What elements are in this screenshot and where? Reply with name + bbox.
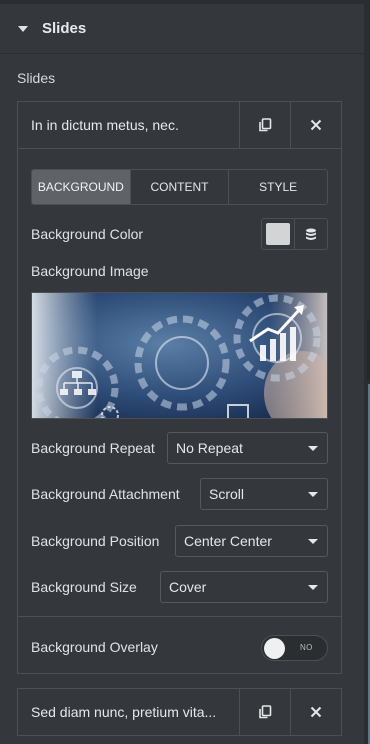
- repeater-item-title[interactable]: Sed diam nunc, pretium vita...: [18, 689, 239, 735]
- toggle-knob: [264, 638, 285, 659]
- chevron-down-icon: [308, 585, 318, 590]
- bg-image-preview[interactable]: [31, 292, 328, 419]
- global-colors-button[interactable]: [295, 219, 327, 249]
- repeater-label: Slides: [17, 70, 56, 86]
- repeater-item[interactable]: In in dictum metus, nec.: [17, 101, 342, 149]
- chevron-down-icon: [308, 492, 318, 497]
- toggle-state: NO: [300, 643, 313, 652]
- tab-background[interactable]: BACKGROUND: [32, 170, 130, 204]
- repeater-item-panel: BACKGROUND CONTENT STYLE Background Colo…: [17, 149, 342, 674]
- section-title: Slides: [42, 20, 87, 37]
- chevron-down-icon: [308, 539, 318, 544]
- bg-position-select[interactable]: Center Center: [175, 525, 328, 557]
- bg-color-label: Background Color: [31, 226, 144, 242]
- bg-size-select[interactable]: Cover: [160, 571, 328, 603]
- bg-position-label: Background Position: [31, 533, 160, 549]
- chevron-down-icon: [308, 446, 318, 451]
- bg-position-value: Center Center: [184, 533, 272, 549]
- tabs: BACKGROUND CONTENT STYLE: [31, 169, 328, 205]
- tab-content[interactable]: CONTENT: [129, 170, 229, 204]
- color-swatch: [266, 223, 290, 245]
- remove-button[interactable]: [290, 689, 341, 735]
- close-icon: [310, 706, 322, 718]
- color-picker-button[interactable]: [262, 219, 295, 249]
- caret-down-icon: [18, 25, 28, 32]
- divider: [18, 616, 341, 617]
- copy-icon: [259, 118, 272, 132]
- bg-repeat-select[interactable]: No Repeat: [167, 432, 328, 464]
- repeater-item-title[interactable]: In in dictum metus, nec.: [18, 102, 239, 148]
- bg-color-control: [261, 218, 328, 250]
- close-icon: [310, 119, 322, 131]
- bg-repeat-label: Background Repeat: [31, 440, 155, 456]
- bg-size-value: Cover: [169, 579, 207, 595]
- bg-overlay-label: Background Overlay: [31, 639, 158, 655]
- bg-attachment-value: Scroll: [209, 486, 245, 502]
- tab-style[interactable]: STYLE: [228, 170, 327, 204]
- duplicate-button[interactable]: [239, 689, 290, 735]
- remove-button[interactable]: [290, 102, 341, 148]
- section-header-slides[interactable]: Slides: [0, 4, 364, 54]
- bg-image-label: Background Image: [31, 263, 149, 279]
- bg-repeat-value: No Repeat: [176, 440, 243, 456]
- bg-overlay-toggle[interactable]: NO: [261, 635, 328, 661]
- copy-icon: [259, 705, 272, 719]
- repeater-item[interactable]: Sed diam nunc, pretium vita...: [17, 688, 342, 736]
- duplicate-button[interactable]: [239, 102, 290, 148]
- bg-attachment-label: Background Attachment: [31, 486, 180, 502]
- bg-attachment-select[interactable]: Scroll: [200, 478, 328, 510]
- bg-size-label: Background Size: [31, 579, 137, 595]
- database-icon: [306, 228, 316, 240]
